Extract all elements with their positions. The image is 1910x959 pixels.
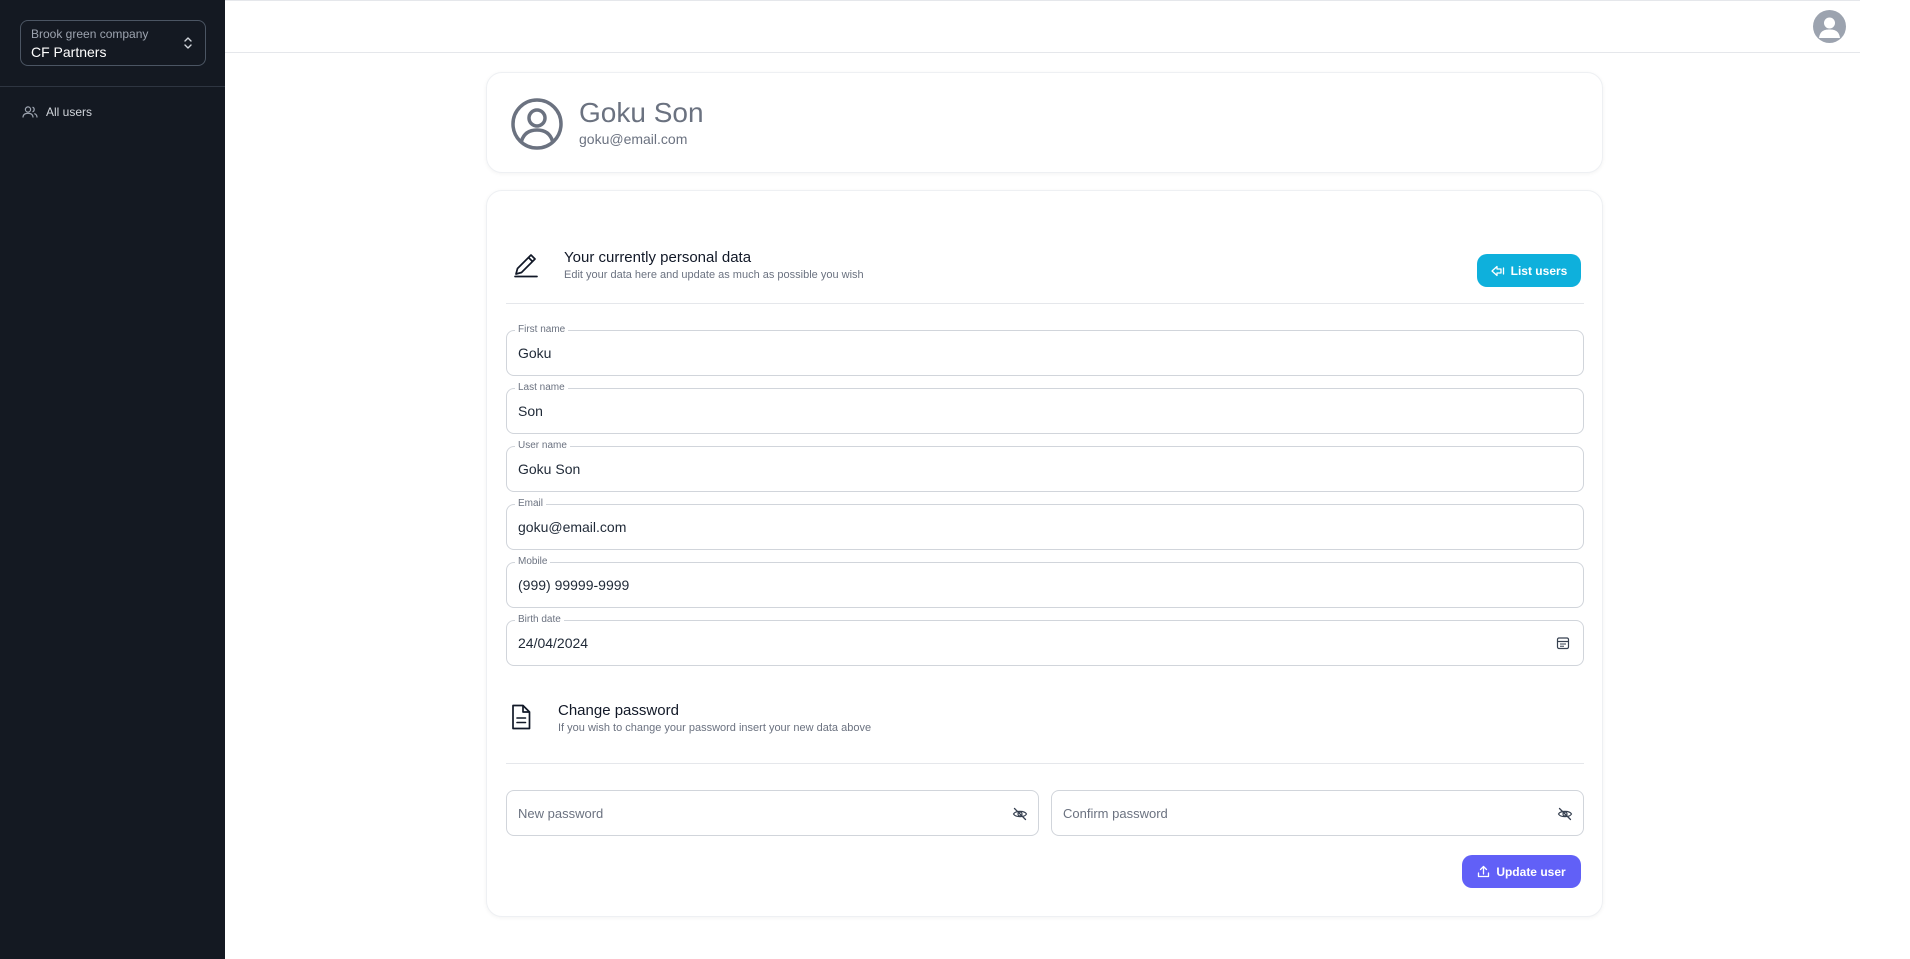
eye-off-icon[interactable] bbox=[1012, 806, 1028, 822]
user-name-label: User name bbox=[515, 440, 570, 452]
top-bar bbox=[225, 0, 1860, 53]
list-users-label: List users bbox=[1510, 263, 1568, 278]
profile-card: Goku Son goku@email.com bbox=[486, 72, 1603, 173]
personal-data-title: Your currently personal data bbox=[564, 249, 752, 266]
mobile-field[interactable]: Mobile (999) 99999-9999 bbox=[506, 556, 1584, 608]
mobile-label: Mobile bbox=[515, 556, 551, 568]
new-password-placeholder: New password bbox=[518, 806, 604, 821]
new-password-field[interactable]: New password bbox=[506, 790, 1039, 836]
birth-date-value: 24/04/2024 bbox=[518, 635, 589, 651]
change-password-subtitle: If you wish to change your password inse… bbox=[558, 722, 872, 734]
first-name-value: Goku bbox=[518, 345, 552, 361]
sidebar: Brook green company CF Partners All user… bbox=[0, 0, 225, 959]
sidebar-divider bbox=[0, 86, 225, 87]
last-name-value: Son bbox=[518, 403, 543, 419]
company-name: CF Partners bbox=[31, 44, 107, 60]
list-users-button[interactable]: List users bbox=[1477, 254, 1581, 287]
change-password-title: Change password bbox=[558, 702, 679, 719]
last-name-field[interactable]: Last name Son bbox=[506, 382, 1584, 434]
user-name-field[interactable]: User name Goku Son bbox=[506, 440, 1584, 492]
update-user-button[interactable]: Update user bbox=[1462, 855, 1581, 888]
user-avatar-icon bbox=[1819, 17, 1840, 38]
user-avatar[interactable] bbox=[1813, 10, 1846, 43]
confirm-password-placeholder: Confirm password bbox=[1063, 806, 1168, 821]
email-value: goku@email.com bbox=[518, 519, 627, 535]
first-name-field[interactable]: First name Goku bbox=[506, 324, 1584, 376]
profile-name: Goku Son bbox=[579, 97, 704, 128]
user-name-value: Goku Son bbox=[518, 461, 581, 477]
profile-email: goku@email.com bbox=[579, 131, 688, 147]
email-field[interactable]: Email goku@email.com bbox=[506, 498, 1584, 550]
pencil-icon bbox=[514, 254, 538, 278]
user-form-card: Your currently personal data Edit your d… bbox=[486, 190, 1603, 917]
birth-date-field[interactable]: Birth date 24/04/2024 bbox=[506, 614, 1584, 666]
last-name-label: Last name bbox=[515, 382, 568, 394]
chevron-up-down-icon bbox=[184, 37, 192, 49]
sidebar-item-label: All users bbox=[46, 105, 93, 119]
birth-date-label: Birth date bbox=[515, 614, 564, 626]
users-icon bbox=[22, 106, 38, 118]
section-divider bbox=[506, 303, 1584, 304]
sidebar-item-all-users[interactable]: All users bbox=[22, 102, 92, 122]
upload-icon bbox=[1478, 865, 1490, 878]
email-label: Email bbox=[515, 498, 547, 510]
company-caption: Brook green company bbox=[31, 27, 149, 41]
document-icon bbox=[512, 704, 531, 730]
back-arrow-icon bbox=[1490, 265, 1504, 276]
first-name-label: First name bbox=[515, 324, 569, 336]
update-user-label: Update user bbox=[1496, 864, 1566, 879]
section-divider bbox=[506, 763, 1584, 764]
user-circle-icon bbox=[511, 98, 563, 150]
eye-off-icon[interactable] bbox=[1557, 806, 1573, 822]
mobile-value: (999) 99999-9999 bbox=[518, 577, 630, 593]
confirm-password-field[interactable]: Confirm password bbox=[1051, 790, 1584, 836]
company-selector[interactable]: Brook green company CF Partners bbox=[20, 20, 206, 66]
personal-data-subtitle: Edit your data here and update as much a… bbox=[564, 269, 864, 281]
calendar-icon[interactable] bbox=[1555, 635, 1571, 651]
